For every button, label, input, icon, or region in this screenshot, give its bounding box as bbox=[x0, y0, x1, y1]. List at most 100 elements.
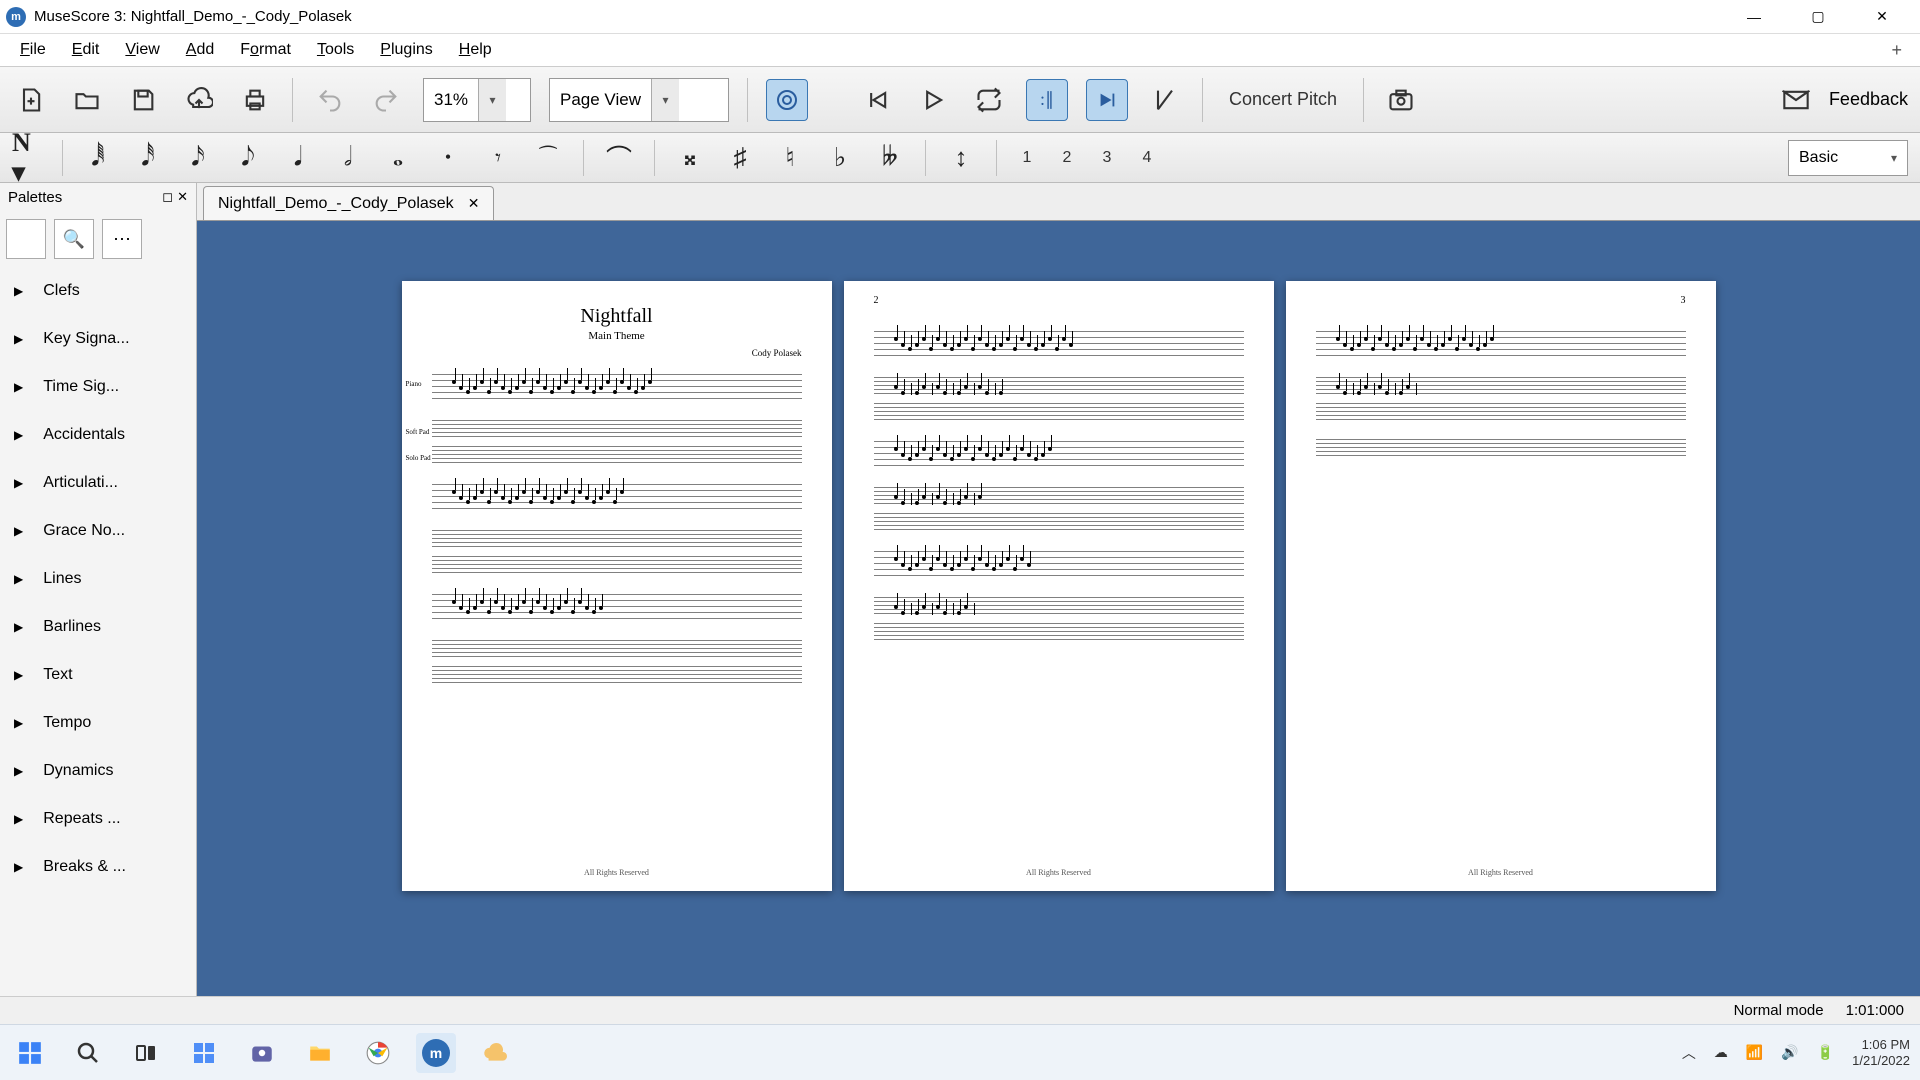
open-file-button[interactable] bbox=[68, 81, 106, 119]
teams-icon[interactable] bbox=[242, 1033, 282, 1073]
loop-out-toggle[interactable] bbox=[1086, 79, 1128, 121]
double-flat[interactable]: 𝄫 bbox=[875, 140, 905, 176]
system-clock[interactable]: 1:06 PM 1/21/2022 bbox=[1852, 1037, 1910, 1068]
palette-item-grace-notes[interactable]: ▶Grace No... bbox=[0, 507, 196, 555]
menu-format[interactable]: Format bbox=[232, 37, 299, 63]
close-tab-icon[interactable]: ✕ bbox=[468, 195, 480, 212]
undock-icon[interactable]: ◻ bbox=[162, 189, 173, 205]
menu-add[interactable]: Add bbox=[178, 37, 222, 63]
close-panel-icon[interactable]: ✕ bbox=[177, 189, 188, 205]
note-16th[interactable]: 𝅘𝅥𝅯 bbox=[183, 140, 213, 176]
palette-item-text[interactable]: ▶Text bbox=[0, 651, 196, 699]
rewind-button[interactable] bbox=[858, 81, 896, 119]
voice-3[interactable]: 3 bbox=[1097, 149, 1117, 167]
note-input-mode-button[interactable]: N ▾ bbox=[12, 140, 42, 176]
expand-icon: ▶ bbox=[14, 476, 23, 490]
onedrive-icon[interactable] bbox=[474, 1033, 514, 1073]
task-view-icon[interactable] bbox=[126, 1033, 166, 1073]
redo-button[interactable] bbox=[367, 81, 405, 119]
palette-label: Accidentals bbox=[43, 426, 125, 444]
palette-item-articulations[interactable]: ▶Articulati... bbox=[0, 459, 196, 507]
menu-view[interactable]: View bbox=[117, 37, 167, 63]
flat[interactable]: ♭ bbox=[825, 140, 855, 176]
score-page-1: Nightfall Main Theme Cody Polasek Piano … bbox=[402, 281, 832, 891]
tray-chevron-icon[interactable]: ︿ bbox=[1682, 1043, 1696, 1063]
status-bar: Normal mode 1:01:000 bbox=[0, 996, 1920, 1024]
note-whole[interactable]: 𝅝 bbox=[383, 140, 413, 176]
sharp[interactable]: ♯ bbox=[725, 140, 755, 176]
slur-button[interactable]: ⌒ bbox=[604, 140, 634, 176]
search-icon[interactable] bbox=[68, 1033, 108, 1073]
palette-add-button[interactable] bbox=[6, 219, 46, 259]
musescore-taskbar-icon[interactable]: m bbox=[416, 1033, 456, 1073]
palette-item-lines[interactable]: ▶Lines bbox=[0, 555, 196, 603]
minimize-button[interactable]: — bbox=[1734, 3, 1774, 31]
menu-plugins[interactable]: Plugins bbox=[372, 37, 440, 63]
workspace-select[interactable]: Basic bbox=[1788, 140, 1908, 176]
chrome-icon[interactable] bbox=[358, 1033, 398, 1073]
concert-pitch-toggle[interactable]: Concert Pitch bbox=[1221, 89, 1345, 110]
palette-item-breaks[interactable]: ▶Breaks & ... bbox=[0, 843, 196, 891]
dropdown-icon bbox=[1891, 149, 1897, 167]
palette-item-clefs[interactable]: ▶Clefs bbox=[0, 267, 196, 315]
expand-icon: ▶ bbox=[14, 812, 23, 826]
document-tab[interactable]: Nightfall_Demo_-_Cody_Polasek ✕ bbox=[203, 186, 494, 220]
palette-item-dynamics[interactable]: ▶Dynamics bbox=[0, 747, 196, 795]
save-online-button[interactable] bbox=[180, 81, 218, 119]
add-tab-button[interactable]: + bbox=[1881, 40, 1912, 61]
image-capture-button[interactable] bbox=[1382, 81, 1420, 119]
page-number: 2 bbox=[874, 295, 879, 306]
undo-button[interactable] bbox=[311, 81, 349, 119]
palette-item-barlines[interactable]: ▶Barlines bbox=[0, 603, 196, 651]
metronome-toggle[interactable] bbox=[766, 79, 808, 121]
tie-button[interactable]: ⁀ bbox=[533, 140, 563, 176]
natural[interactable]: ♮ bbox=[775, 140, 805, 176]
rest-button[interactable]: 𝄾 bbox=[483, 140, 513, 176]
voice-4[interactable]: 4 bbox=[1137, 149, 1157, 167]
menu-help[interactable]: Help bbox=[451, 37, 500, 63]
app-icon: m bbox=[6, 7, 26, 27]
note-quarter[interactable]: 𝅘𝅥 bbox=[283, 140, 313, 176]
play-button[interactable] bbox=[914, 81, 952, 119]
palette-item-time-signatures[interactable]: ▶Time Sig... bbox=[0, 363, 196, 411]
tray-battery-icon[interactable]: 🔋 bbox=[1817, 1044, 1834, 1061]
close-button[interactable]: ✕ bbox=[1862, 3, 1902, 31]
save-button[interactable] bbox=[124, 81, 162, 119]
count-in-button[interactable] bbox=[1146, 81, 1184, 119]
palette-search-button[interactable]: 🔍 bbox=[54, 219, 94, 259]
note-half[interactable]: 𝅗𝅥 bbox=[333, 140, 363, 176]
note-8th[interactable]: 𝅘𝅥𝅮 bbox=[233, 140, 263, 176]
voice-2[interactable]: 2 bbox=[1057, 149, 1077, 167]
double-sharp[interactable]: 𝄪 bbox=[675, 140, 705, 176]
loop-in-toggle[interactable]: :∥ bbox=[1026, 79, 1068, 121]
note-32nd[interactable]: 𝅘𝅥𝅰 bbox=[133, 140, 163, 176]
tray-wifi-icon[interactable]: 📶 bbox=[1746, 1044, 1763, 1061]
palette-more-button[interactable]: ⋯ bbox=[102, 219, 142, 259]
note-64th[interactable]: 𝅘𝅥𝅱 bbox=[83, 140, 113, 176]
menu-edit[interactable]: Edit bbox=[64, 37, 108, 63]
loop-button[interactable] bbox=[970, 81, 1008, 119]
print-button[interactable] bbox=[236, 81, 274, 119]
tray-volume-icon[interactable]: 🔊 bbox=[1781, 1044, 1798, 1061]
feedback-button[interactable]: Feedback bbox=[1829, 89, 1908, 110]
voice-1[interactable]: 1 bbox=[1017, 149, 1037, 167]
flip-button[interactable]: ↕ bbox=[946, 140, 976, 176]
new-file-button[interactable] bbox=[12, 81, 50, 119]
file-explorer-icon[interactable] bbox=[300, 1033, 340, 1073]
start-button[interactable] bbox=[10, 1033, 50, 1073]
menu-file[interactable]: File bbox=[12, 37, 54, 63]
score-canvas[interactable]: Nightfall Main Theme Cody Polasek Piano … bbox=[197, 221, 1920, 996]
widgets-icon[interactable] bbox=[184, 1033, 224, 1073]
score-subtitle: Main Theme bbox=[432, 330, 802, 342]
view-mode-select[interactable]: Page View bbox=[549, 78, 729, 122]
note-dot[interactable]: • bbox=[433, 140, 463, 176]
maximize-button[interactable]: ▢ bbox=[1798, 3, 1838, 31]
zoom-select[interactable]: 31% bbox=[423, 78, 531, 122]
palette-item-tempo[interactable]: ▶Tempo bbox=[0, 699, 196, 747]
palette-item-key-signatures[interactable]: ▶Key Signa... bbox=[0, 315, 196, 363]
palette-item-repeats[interactable]: ▶Repeats ... bbox=[0, 795, 196, 843]
zoom-value: 31% bbox=[434, 90, 468, 110]
tray-onedrive-icon[interactable]: ☁ bbox=[1714, 1044, 1728, 1061]
palette-item-accidentals[interactable]: ▶Accidentals bbox=[0, 411, 196, 459]
menu-tools[interactable]: Tools bbox=[309, 37, 362, 63]
